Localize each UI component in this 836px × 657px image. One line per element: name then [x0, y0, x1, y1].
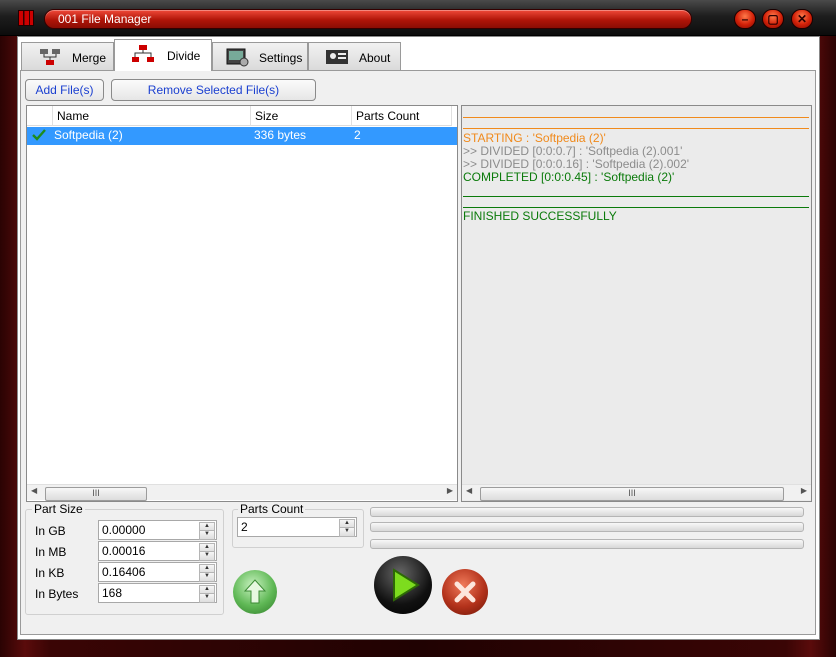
mb-value: 0.00016 — [102, 544, 146, 558]
log-line: >> DIVIDED [0:0:0.7] : 'Softpedia (2).00… — [463, 144, 683, 158]
close-button[interactable]: ✕ — [791, 9, 813, 29]
tab-settings-label: Settings — [259, 51, 303, 65]
tab-settings[interactable]: Settings — [212, 42, 308, 70]
log-divider — [463, 128, 809, 129]
table-row[interactable]: Softpedia (2) 336 bytes 2 — [27, 127, 457, 145]
minimize-button[interactable]: – — [734, 9, 756, 29]
field-label: In KB — [35, 566, 65, 580]
gb-value: 0.00000 — [102, 523, 146, 537]
parts-count-value: 2 — [241, 520, 248, 534]
file-list-scrollbar[interactable]: ◀ III ▶ — [27, 484, 457, 501]
tab-divide[interactable]: Divide — [114, 39, 212, 71]
spin-down-icon[interactable]: ▼ — [199, 572, 215, 582]
field-label: In Bytes — [35, 587, 79, 601]
scrollbar-thumb[interactable]: III — [480, 487, 784, 501]
spin-down-icon[interactable]: ▼ — [199, 551, 215, 561]
merge-icon — [40, 49, 60, 65]
progress-bar — [370, 539, 804, 549]
tab-divide-label: Divide — [167, 49, 201, 63]
scrollbar-thumb[interactable]: III — [45, 487, 147, 501]
parts-count-title: Parts Count — [238, 502, 306, 516]
column-header-status[interactable] — [27, 106, 53, 126]
divide-icon — [132, 45, 154, 62]
cancel-icon — [454, 581, 476, 603]
kb-value: 0.16406 — [102, 565, 146, 579]
field-label: In MB — [35, 545, 67, 559]
maximize-button[interactable]: ▢ — [762, 9, 784, 29]
file-list[interactable] — [26, 105, 458, 502]
play-icon — [393, 568, 420, 602]
log-line: STARTING : 'Softpedia (2)' — [463, 131, 606, 145]
up-arrow-icon — [243, 579, 267, 604]
tab-about[interactable]: About — [308, 42, 401, 70]
part-size-title: Part Size — [32, 502, 85, 516]
row-size: 336 bytes — [254, 128, 307, 142]
column-header-size[interactable]: Size — [251, 106, 352, 126]
spin-down-icon[interactable]: ▼ — [199, 530, 215, 540]
log-divider — [463, 207, 809, 208]
tab-merge[interactable]: Merge — [21, 42, 114, 70]
log-divider — [463, 117, 809, 118]
parts-count-stepper[interactable]: 2 ▲ ▼ — [237, 517, 357, 537]
upload-button[interactable] — [233, 570, 277, 614]
spin-down-icon[interactable]: ▼ — [339, 527, 355, 537]
gb-stepper[interactable]: 0.00000 ▲ ▼ — [98, 520, 217, 540]
row-name: Softpedia (2) — [54, 128, 123, 142]
start-button[interactable] — [374, 556, 432, 614]
log-divider — [463, 196, 809, 197]
bytes-stepper[interactable]: 168 ▲ ▼ — [98, 583, 217, 603]
cancel-button[interactable] — [442, 569, 488, 615]
bytes-value: 168 — [102, 586, 123, 600]
add-files-button[interactable]: Add File(s) — [25, 79, 104, 101]
scroll-right-arrow-icon[interactable]: ▶ — [447, 486, 453, 495]
progress-bar — [370, 507, 804, 517]
scroll-right-arrow-icon[interactable]: ▶ — [801, 486, 807, 495]
check-icon — [32, 129, 46, 141]
progress-bar — [370, 522, 804, 532]
log-line: >> DIVIDED [0:0:0.16] : 'Softpedia (2).0… — [463, 157, 690, 171]
row-parts-count: 2 — [354, 128, 361, 142]
about-icon — [326, 50, 348, 64]
tab-about-label: About — [359, 51, 391, 65]
log-line: COMPLETED [0:0:0.45] : 'Softpedia (2)' — [463, 170, 675, 184]
log-scrollbar[interactable]: ◀ III ▶ — [462, 484, 811, 501]
scroll-left-arrow-icon[interactable]: ◀ — [31, 486, 37, 495]
kb-stepper[interactable]: 0.16406 ▲ ▼ — [98, 562, 217, 582]
scroll-left-arrow-icon[interactable]: ◀ — [466, 486, 472, 495]
column-header-name[interactable]: Name — [53, 106, 251, 126]
field-label: In GB — [35, 524, 66, 538]
spin-down-icon[interactable]: ▼ — [199, 593, 215, 603]
column-header-parts-count[interactable]: Parts Count — [352, 106, 452, 126]
tab-merge-label: Merge — [72, 51, 107, 65]
app-icon[interactable] — [18, 10, 34, 26]
mb-stepper[interactable]: 0.00016 ▲ ▼ — [98, 541, 217, 561]
log-line: FINISHED SUCCESSFULLY — [463, 209, 617, 223]
remove-selected-files-button[interactable]: Remove Selected File(s) — [111, 79, 316, 101]
settings-icon — [226, 48, 249, 67]
window-title: 001 File Manager — [58, 12, 152, 26]
